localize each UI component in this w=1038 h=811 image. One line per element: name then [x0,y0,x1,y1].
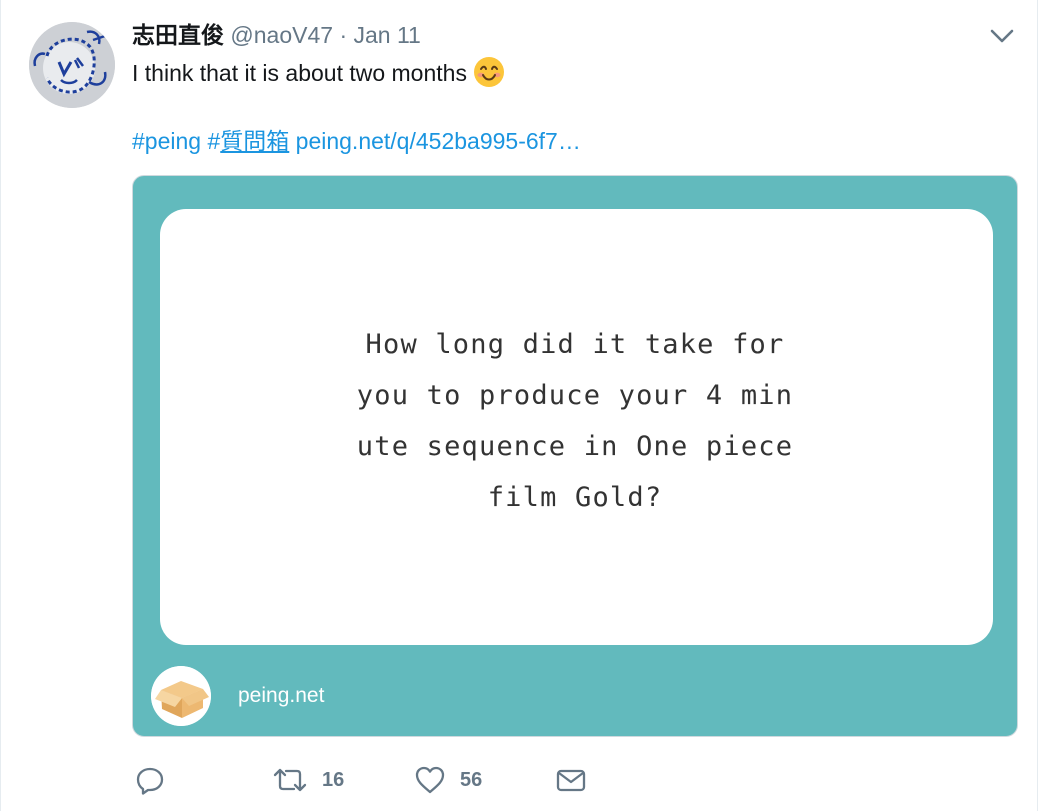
heart-icon [415,766,445,794]
tweet: 志田直俊 @naoV47 · Jan 11 I think that it is… [0,0,1038,811]
like-count: 56 [460,768,483,791]
tweet-menu-button[interactable] [989,26,1015,46]
hashtag-peing[interactable]: #peing [132,128,201,154]
header-separator: · [339,22,348,48]
chevron-down-icon [990,29,1014,43]
tweet-header: 志田直俊 @naoV47 · Jan 11 [132,20,421,51]
hashtag-prefix: # [207,128,221,154]
tweet-links: #peing #質問箱 peing.net/q/452ba995-6f7… [132,126,581,156]
hashtag-question-box[interactable]: #質問箱 [207,128,289,154]
site-domain: peing.net [238,684,325,707]
like-button[interactable]: 56 [414,760,482,800]
envelope-icon [556,769,586,792]
reply-button[interactable] [135,760,165,800]
retweet-button[interactable]: 16 [272,760,344,800]
avatar-doodle-icon [29,22,115,108]
link-preview-card[interactable]: How long did it take for you to produce … [132,175,1018,737]
direct-message-button[interactable] [555,760,587,800]
tweet-text-body: I think that it is about two months [132,60,467,86]
tweet-actions: 16 56 [132,760,732,800]
author-name[interactable]: 志田直俊 [132,22,224,49]
avatar[interactable] [29,22,115,108]
site-logo [151,666,211,726]
author-handle[interactable]: @naoV47 [230,22,333,48]
question-text: How long did it take for you to produce … [356,329,794,513]
tweet-timestamp[interactable]: Jan 11 [354,22,421,48]
reply-icon [136,767,164,795]
question-box: How long did it take for you to produce … [160,209,993,645]
tweet-text: I think that it is about two months [132,56,505,88]
retweet-count: 16 [322,768,345,791]
hashtag-label: 質問箱 [220,128,290,154]
retweet-icon [273,768,307,792]
smiling-face-icon [473,56,505,88]
tweet-url-link[interactable]: peing.net/q/452ba995-6f7… [296,128,581,154]
box-icon [151,666,211,726]
